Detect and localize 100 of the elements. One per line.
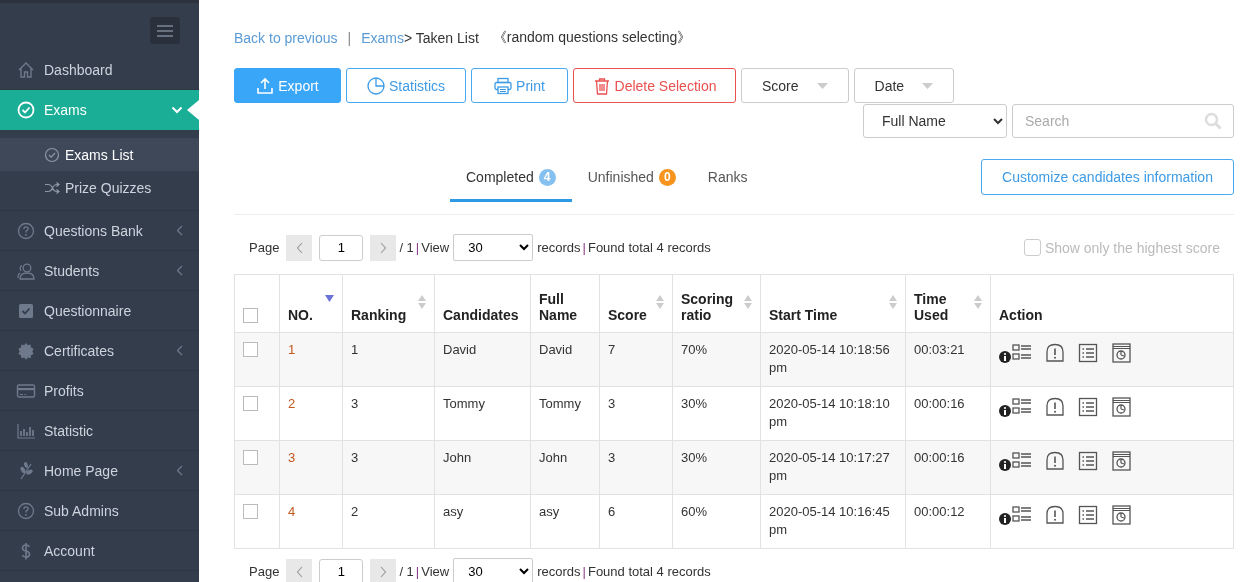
checkbox[interactable]: [243, 342, 258, 357]
alert-icon[interactable]: [1044, 450, 1066, 472]
column-header[interactable]: Scoring ratio: [672, 274, 761, 333]
chevron-left-icon: [295, 241, 303, 254]
table-cell: John: [530, 440, 600, 495]
tab[interactable]: Completed 4: [450, 155, 572, 202]
table-cell: 2020-05-14 10:17:27 pm: [760, 440, 906, 495]
list-icon[interactable]: [1077, 342, 1099, 364]
menu-icon: [157, 24, 173, 37]
alert-icon[interactable]: [1044, 396, 1066, 418]
question-circle-icon: [16, 220, 36, 241]
sidebar-item[interactable]: Profits: [0, 371, 199, 411]
separator: |: [582, 564, 586, 579]
table-cell: Tommy: [530, 386, 600, 441]
checkbox[interactable]: [243, 308, 258, 323]
table-cell: 2020-05-14 10:18:56 pm: [760, 332, 906, 387]
records-label: records: [537, 564, 581, 579]
report-icon[interactable]: [1110, 342, 1132, 364]
page-size-select[interactable]: 30: [453, 234, 534, 261]
sidebar-item[interactable]: Sub Admins: [0, 491, 199, 531]
table-cell: 30%: [672, 440, 761, 495]
separator: |: [415, 564, 420, 579]
caret-down-icon: [922, 82, 934, 89]
sidebar-item[interactable]: Account: [0, 531, 199, 571]
page-size-select[interactable]: 30: [453, 558, 534, 582]
column-header[interactable]: Start Time: [760, 274, 906, 333]
table-cell: 6: [599, 494, 673, 549]
menu-toggle-button[interactable]: [150, 17, 180, 44]
table-cell: 3: [342, 440, 435, 495]
filter-select[interactable]: Full Name: [863, 104, 1007, 138]
pie-chart-icon: [367, 76, 385, 95]
info-icon[interactable]: [999, 513, 1011, 525]
table-cell: 3: [279, 440, 343, 495]
sidebar-item[interactable]: Students: [0, 251, 199, 291]
column-header[interactable]: Ranking: [342, 274, 435, 333]
column-header[interactable]: Time Used: [905, 274, 991, 333]
table-cell: 2: [279, 386, 343, 441]
sidebar-item[interactable]: Certificates: [0, 331, 199, 371]
toolbar-button[interactable]: Delete Selection: [573, 68, 736, 103]
table-cell: 70%: [672, 332, 761, 387]
info-icon[interactable]: [999, 351, 1011, 363]
list-icon[interactable]: [1077, 450, 1099, 472]
alert-icon[interactable]: [1044, 342, 1066, 364]
info-icon[interactable]: [999, 405, 1011, 417]
trash-icon: [592, 76, 611, 95]
tab[interactable]: Ranks: [691, 155, 764, 202]
checkbox[interactable]: [243, 504, 258, 519]
table-cell: 2: [342, 494, 435, 549]
exam-subtitle: 《random questions selecting》: [492, 29, 692, 47]
table-cell: 30%: [672, 386, 761, 441]
page-label: Page: [249, 240, 280, 255]
sort-dropdown[interactable]: Date: [853, 68, 955, 103]
table-cell: 2020-05-14 10:16:45 pm: [760, 494, 906, 549]
breadcrumb-current: > Taken List: [403, 30, 479, 46]
page-input[interactable]: 1: [319, 234, 364, 261]
table-cell: 2020-05-14 10:18:10 pm: [760, 386, 906, 441]
table-cell: asy: [530, 494, 600, 549]
sidebar-item[interactable]: Questions Bank: [0, 211, 199, 251]
table-cell: 60%: [672, 494, 761, 549]
total-records: Found total 4 records: [587, 564, 711, 579]
page-count: / 1: [399, 240, 414, 255]
report-icon[interactable]: [1110, 450, 1132, 472]
submenu-item[interactable]: Exams List: [0, 138, 199, 171]
column-header: Action: [990, 274, 1234, 333]
list-icon[interactable]: [1077, 504, 1099, 526]
alert-icon[interactable]: [1044, 504, 1066, 526]
checkbox[interactable]: [243, 396, 258, 411]
table-cell: John: [434, 440, 531, 495]
page-input[interactable]: 1: [319, 558, 364, 582]
list-icon[interactable]: [1077, 396, 1099, 418]
tab[interactable]: Unfinished 0: [571, 155, 692, 202]
table-cell: 1: [279, 332, 343, 387]
table-cell: 00:03:21: [905, 332, 991, 387]
sidebar-item[interactable]: Home Page: [0, 451, 199, 491]
checkbox-label: Show only the highest score: [1044, 239, 1220, 256]
total-records: Found total 4 records: [587, 240, 711, 255]
count-badge: 4: [538, 168, 556, 186]
submenu-item[interactable]: Prize Quizzes: [0, 171, 199, 204]
info-icon[interactable]: [999, 459, 1011, 471]
question-circle-icon: [16, 500, 36, 521]
table-cell: asy: [434, 494, 531, 549]
column-header[interactable]: NO.: [279, 274, 343, 333]
search-field[interactable]: Search: [1012, 104, 1234, 138]
table-cell: Tommy: [434, 386, 531, 441]
count-badge: 0: [658, 168, 676, 186]
view-label: View: [421, 240, 450, 255]
table-cell: 00:00:12: [905, 494, 991, 549]
report-icon[interactable]: [1110, 396, 1132, 418]
report-icon[interactable]: [1110, 504, 1132, 526]
caret-down-icon: [816, 82, 828, 89]
table-cell: 3: [599, 386, 673, 441]
page-label: Page: [249, 564, 280, 579]
sort-dropdown[interactable]: Score: [741, 68, 849, 103]
sidebar-item[interactable]: Statistic: [0, 411, 199, 451]
chevron-right-icon: [379, 565, 387, 578]
column-header[interactable]: Score: [599, 274, 673, 333]
page-count: / 1: [399, 564, 414, 579]
sort-descending-icon[interactable]: [325, 295, 334, 302]
sidebar-item[interactable]: Questionnaire: [0, 291, 199, 331]
checkbox[interactable]: [243, 450, 258, 465]
